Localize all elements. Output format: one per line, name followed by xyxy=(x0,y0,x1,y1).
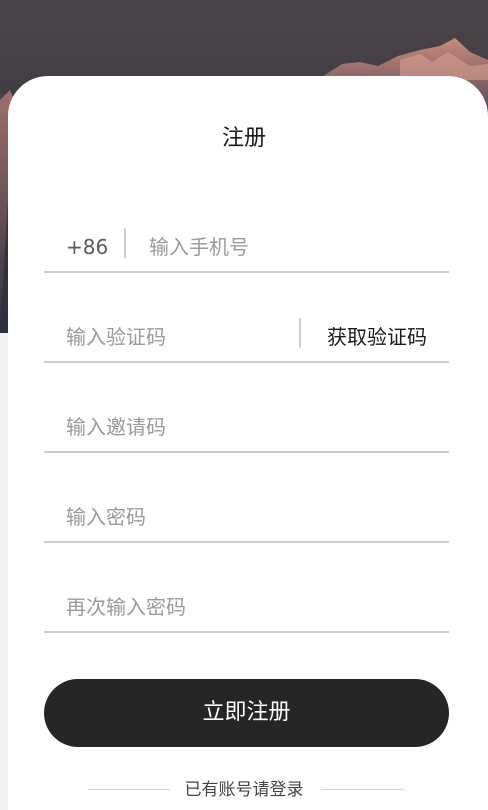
password-field[interactable]: 输入密码 xyxy=(44,493,449,543)
invite-code-field[interactable]: 输入邀请码 xyxy=(44,403,449,453)
confirm-password-field[interactable]: 再次输入密码 xyxy=(44,583,449,633)
password-input-placeholder[interactable]: 输入密码 xyxy=(66,493,146,541)
login-link[interactable]: 已有账号请登录 xyxy=(0,776,488,804)
register-screen: 注册 +86 输入手机号 输入验证码 获取验证码 输入邀请码 输入密码 再次输入… xyxy=(0,0,488,810)
phone-field[interactable]: +86 输入手机号 xyxy=(44,223,449,273)
country-code-prefix[interactable]: +86 xyxy=(66,223,108,271)
phone-input-placeholder[interactable]: 输入手机号 xyxy=(149,223,249,271)
register-button[interactable]: 立即注册 xyxy=(44,679,449,747)
phone-divider xyxy=(124,228,126,258)
login-prompt-row: 已有账号请登录 xyxy=(0,776,488,804)
get-code-button[interactable]: 获取验证码 xyxy=(327,313,427,361)
confirm-password-input-placeholder[interactable]: 再次输入密码 xyxy=(66,583,186,631)
invite-code-input-placeholder[interactable]: 输入邀请码 xyxy=(66,403,166,451)
code-divider xyxy=(299,318,301,348)
verification-code-field[interactable]: 输入验证码 获取验证码 xyxy=(44,313,449,363)
page-title: 注册 xyxy=(221,126,266,151)
verification-code-input-placeholder[interactable]: 输入验证码 xyxy=(66,313,166,361)
